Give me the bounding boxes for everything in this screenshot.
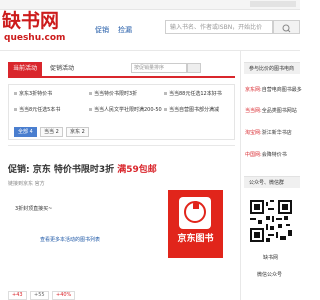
vote-ratio: +40% xyxy=(52,291,76,300)
bullet-icon xyxy=(14,92,17,95)
bullet-icon xyxy=(164,92,167,95)
search-button[interactable] xyxy=(273,20,300,34)
jd-brand-text: 京东图书 xyxy=(177,234,214,244)
search-input[interactable]: 输入书名、作者或ISBN，开始比价 xyxy=(165,20,273,34)
top-links-placeholder xyxy=(250,1,296,7)
store-item-china[interactable]: 中国网:会降特价书 xyxy=(245,151,287,158)
sort-button[interactable] xyxy=(187,63,201,73)
wechat-title: 公众号、微信群 xyxy=(244,176,300,188)
qr-caption: 缺书网 xyxy=(263,255,279,261)
logo-domain: queshu.com xyxy=(4,33,66,43)
site-logo[interactable]: 缺书网 queshu.com xyxy=(2,8,66,46)
deal-description: 3折封顶直接买~ xyxy=(15,206,53,212)
vote-down-button[interactable]: +55 xyxy=(30,291,49,300)
deal-highlight: 满59包邮 xyxy=(117,165,157,175)
promo-link[interactable]: 当当人民文学社限时满200-50 xyxy=(89,107,162,114)
promo-link[interactable]: 当当特价书限时3折 xyxy=(89,91,137,98)
section-divider xyxy=(8,145,235,146)
bullet-icon xyxy=(164,108,167,111)
filter-all[interactable]: 全部 4 xyxy=(14,127,37,137)
bullet-icon xyxy=(89,92,92,95)
promo-link[interactable]: 当当自营图书部分满减 xyxy=(164,107,219,114)
tab-promotions[interactable]: 促销活动 xyxy=(45,62,79,76)
promo-link[interactable]: 京东3折特价书 xyxy=(14,91,52,98)
logo-text: 缺书网 xyxy=(2,10,60,32)
nav-bargains[interactable]: 捡漏 xyxy=(118,25,132,35)
header-divider xyxy=(0,50,300,51)
bullet-icon xyxy=(89,108,92,111)
bullet-icon xyxy=(14,108,17,111)
sort-select[interactable]: 按促销量排序 xyxy=(131,63,187,73)
compare-stores-title: 参与比价的图书电商 xyxy=(244,62,300,74)
store-item-taobao[interactable]: 淘宝网:浙江新华书店 xyxy=(245,129,292,136)
view-book-list-link[interactable]: 查看更多本活动的图书列表 xyxy=(40,236,100,243)
promo-link[interactable]: 当当88元任选12本好书 xyxy=(164,91,222,98)
store-item-jd[interactable]: 京东网:自营电商图书最多 xyxy=(245,86,302,93)
qr-subcaption: 微信公众号 xyxy=(257,272,283,278)
tab-current-activities[interactable]: 当前活动 xyxy=(8,62,43,76)
store-item-dangdang[interactable]: 当当网:全品类图书网站 xyxy=(245,107,297,114)
search-icon xyxy=(282,24,291,33)
nav-promotions[interactable]: 促销 xyxy=(95,25,109,35)
jd-dog-ear xyxy=(193,201,199,209)
qr-code-icon xyxy=(250,200,292,242)
jd-books-logo[interactable]: 京东图书 xyxy=(168,190,223,258)
promo-link[interactable]: 当当8元任选5本书 xyxy=(14,107,60,114)
filter-dangdang[interactable]: 当当 2 xyxy=(40,127,63,137)
deal-meta: 链接到京东 官方 xyxy=(8,181,45,187)
sidebar-divider xyxy=(240,50,241,300)
vote-up-button[interactable]: +43 xyxy=(8,291,27,300)
filter-jd[interactable]: 京东 2 xyxy=(66,127,89,137)
deal-title[interactable]: 促销: 京东 特价书限时3折 满59包邮 xyxy=(8,162,157,175)
